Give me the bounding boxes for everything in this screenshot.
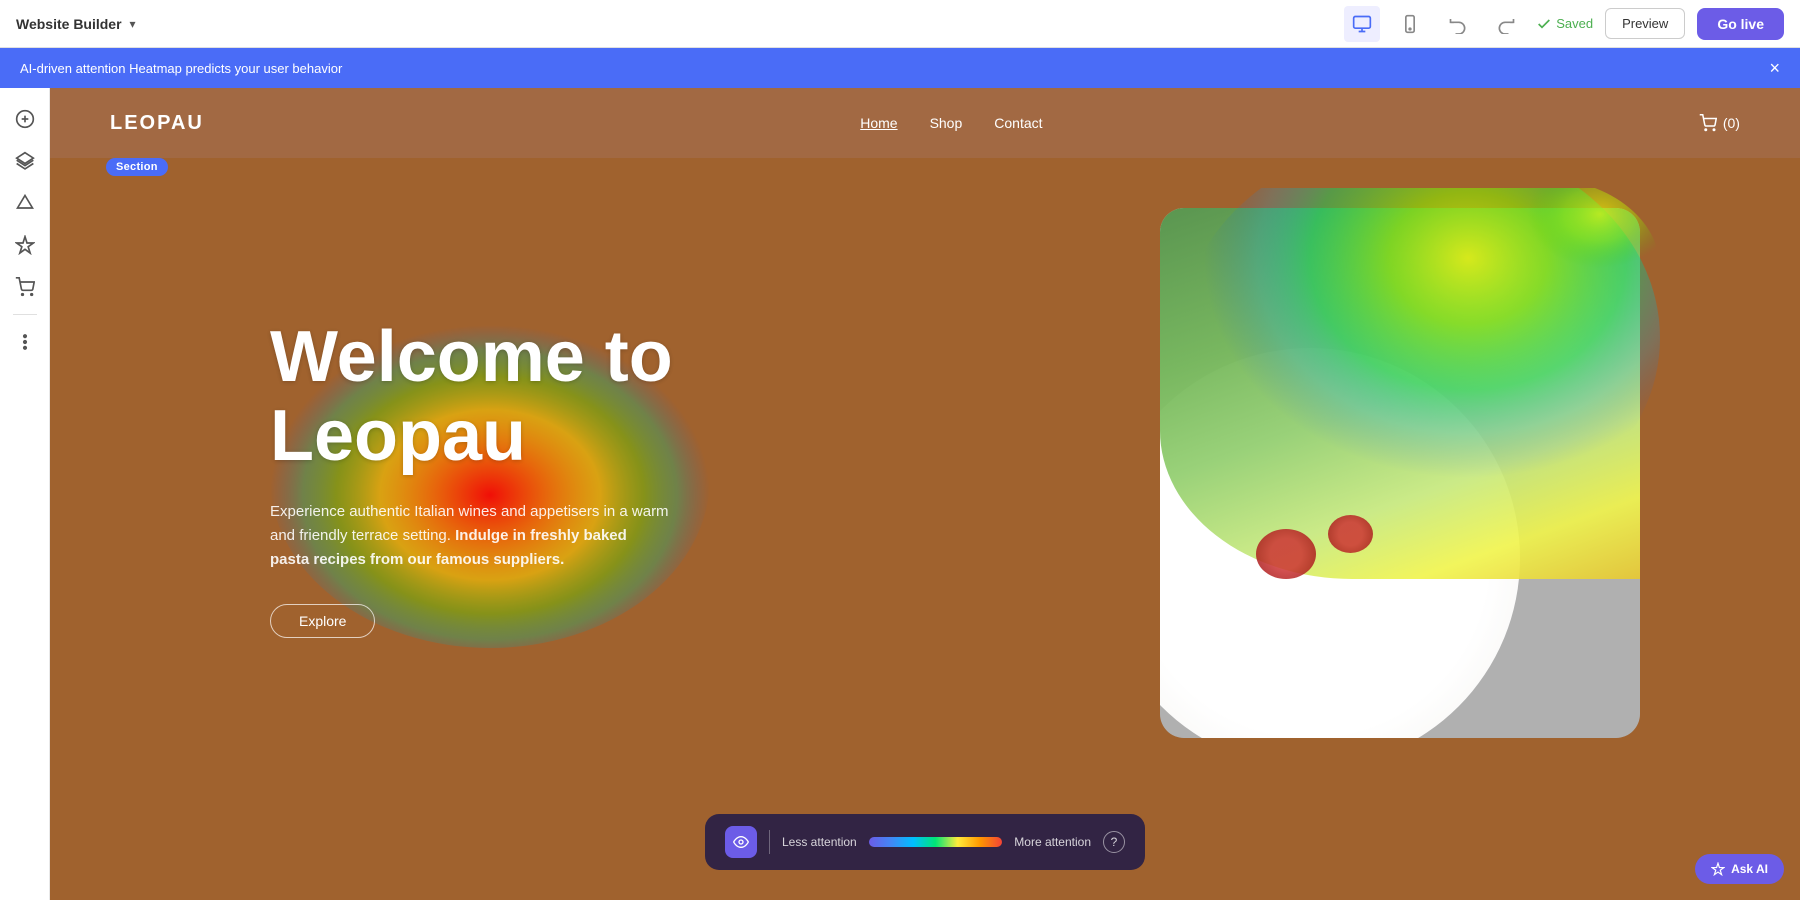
food-tomatoes-1 bbox=[1256, 529, 1316, 579]
desktop-view-button[interactable] bbox=[1344, 6, 1380, 42]
ai-badge-label: Ask AI bbox=[1731, 862, 1768, 876]
close-banner-button[interactable]: × bbox=[1769, 59, 1780, 77]
redo-button[interactable] bbox=[1488, 6, 1524, 42]
ai-banner: AI-driven attention Heatmap predicts you… bbox=[0, 48, 1800, 88]
nav-contact[interactable]: Contact bbox=[994, 115, 1042, 131]
sidebar-layers-button[interactable] bbox=[6, 142, 44, 180]
site-logo: LEOPAU bbox=[110, 112, 204, 135]
explore-button[interactable]: Explore bbox=[270, 604, 375, 638]
nav-home[interactable]: Home bbox=[860, 115, 897, 131]
topbar-right: Saved Preview Go live bbox=[1344, 6, 1784, 42]
sidebar-add-button[interactable] bbox=[6, 100, 44, 138]
legend-info-button[interactable]: ? bbox=[1103, 831, 1125, 853]
legend-less-label: Less attention bbox=[782, 835, 857, 849]
mobile-view-button[interactable] bbox=[1392, 6, 1428, 42]
site-navigation: LEOPAU Home Shop Contact (0) bbox=[50, 88, 1800, 158]
left-sidebar bbox=[0, 88, 50, 900]
food-tomatoes-2 bbox=[1328, 515, 1373, 553]
site-cart[interactable]: (0) bbox=[1699, 114, 1740, 132]
hero-text: Welcome to Leopau Experience authentic I… bbox=[270, 318, 750, 638]
sidebar-divider bbox=[13, 314, 37, 315]
undo-button[interactable] bbox=[1440, 6, 1476, 42]
saved-indicator: Saved bbox=[1536, 16, 1593, 32]
food-greens bbox=[1160, 208, 1640, 579]
site-nav-links: Home Shop Contact bbox=[860, 115, 1042, 131]
sidebar-sparkles-button[interactable] bbox=[6, 226, 44, 264]
hero-title: Welcome to Leopau bbox=[270, 318, 750, 476]
dropdown-chevron[interactable]: ▾ bbox=[130, 17, 136, 31]
sidebar-cart-button[interactable] bbox=[6, 268, 44, 306]
ai-badge[interactable]: Ask AI bbox=[1695, 854, 1784, 884]
preview-button[interactable]: Preview bbox=[1605, 8, 1685, 39]
app-title: Website Builder bbox=[16, 16, 122, 32]
cart-count: (0) bbox=[1723, 115, 1740, 131]
hero-subtitle: Experience authentic Italian wines and a… bbox=[270, 500, 670, 572]
banner-text: AI-driven attention Heatmap predicts you… bbox=[20, 61, 342, 76]
legend-separator bbox=[769, 830, 770, 854]
legend-bar: Less attention More attention ? bbox=[705, 814, 1145, 870]
website-canvas: LEOPAU Home Shop Contact (0) Section bbox=[50, 88, 1800, 900]
section-tag[interactable]: Section bbox=[106, 158, 168, 176]
golive-button[interactable]: Go live bbox=[1697, 8, 1784, 40]
sidebar-more-button[interactable] bbox=[6, 323, 44, 361]
legend-gradient bbox=[869, 837, 1003, 847]
food-image-bg bbox=[1160, 208, 1640, 738]
hero-section: Welcome to Leopau Experience authentic I… bbox=[50, 158, 1800, 900]
food-image bbox=[1160, 208, 1640, 738]
nav-shop[interactable]: Shop bbox=[930, 115, 963, 131]
legend-eye-button[interactable] bbox=[725, 826, 757, 858]
canvas-area: LEOPAU Home Shop Contact (0) Section bbox=[50, 88, 1800, 900]
topbar-left: Website Builder ▾ bbox=[16, 16, 136, 32]
sidebar-shapes-button[interactable] bbox=[6, 184, 44, 222]
legend-more-label: More attention bbox=[1014, 835, 1091, 849]
